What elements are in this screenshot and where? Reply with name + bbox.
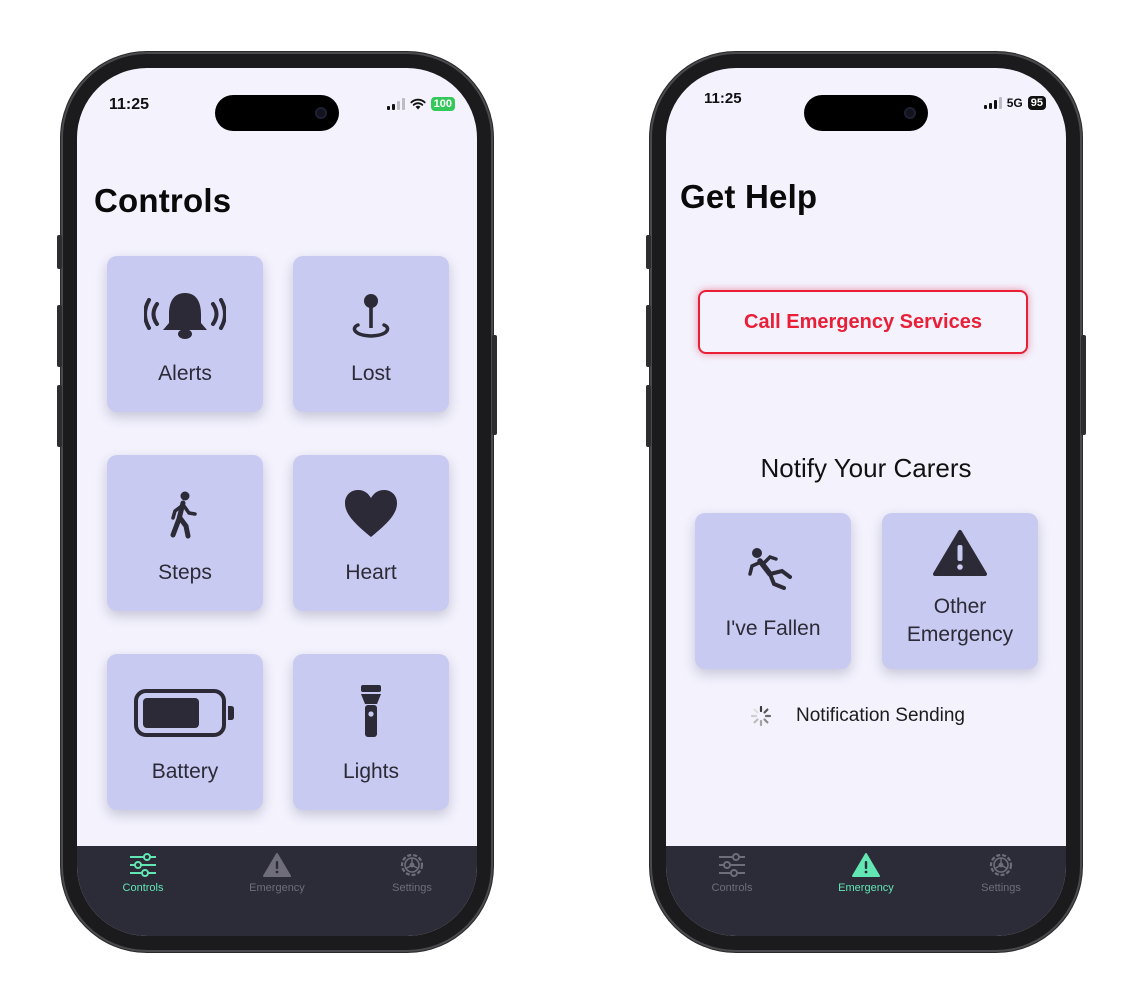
heart-tile[interactable]: Heart	[293, 455, 449, 611]
battery-level: 100	[430, 97, 455, 111]
tab-label: Emergency	[838, 882, 894, 894]
tile-label: Alerts	[158, 361, 212, 385]
battery-tile[interactable]: Battery	[107, 654, 263, 810]
page-title: Controls	[94, 182, 232, 219]
front-camera	[904, 107, 916, 119]
volume-up-button	[646, 305, 651, 367]
warning-triangle-icon	[933, 530, 987, 576]
tab-settings[interactable]: Settings	[362, 852, 462, 902]
battery-icon	[134, 688, 234, 737]
action-button	[57, 235, 62, 269]
gear-icon	[989, 853, 1013, 877]
warning-triangle-icon	[263, 853, 291, 877]
tab-bar: Controls Emergency Settings	[666, 846, 1066, 936]
network-type: 5G	[1006, 96, 1023, 110]
page-title: Get Help	[680, 178, 818, 215]
phone-frame-emergency: 11:25 5G 95 Get Help Call Emergency Serv…	[646, 52, 1086, 952]
notification-sending-text: Notification Sending	[796, 705, 965, 726]
call-emergency-services-button[interactable]: Call Emergency Services	[698, 290, 1028, 354]
power-button	[1081, 335, 1086, 435]
wifi-icon	[410, 98, 426, 110]
tab-emergency[interactable]: Emergency	[227, 852, 327, 902]
tab-settings[interactable]: Settings	[951, 852, 1051, 902]
bell-ringing-icon	[144, 292, 226, 339]
ive-fallen-tile[interactable]: I've Fallen	[695, 513, 851, 669]
tab-label: Settings	[981, 882, 1021, 894]
location-pin-icon	[352, 293, 390, 338]
tab-bar: Controls Emergency Settings	[77, 846, 477, 936]
falling-person-icon	[748, 547, 792, 590]
tile-label: Lights	[342, 759, 400, 783]
tile-label: I've Fallen	[725, 616, 821, 640]
notification-status: Notification Sending	[750, 705, 965, 727]
status-time: 11:25	[704, 90, 742, 107]
tab-label: Emergency	[249, 882, 305, 894]
cellular-signal-icon	[386, 98, 405, 110]
tile-label: Lost	[351, 361, 391, 385]
warning-triangle-icon	[852, 853, 880, 877]
alerts-tile[interactable]: Alerts	[107, 256, 263, 412]
notify-carers-heading: Notify Your Carers	[760, 453, 972, 483]
steps-tile[interactable]: Steps	[107, 455, 263, 611]
tab-emergency[interactable]: Emergency	[816, 852, 916, 902]
controls-screen: 11:25 100 Controls Alerts Lost Steps Hea…	[77, 68, 477, 936]
power-button	[492, 335, 497, 435]
flashlight-icon	[361, 684, 381, 737]
tile-label: Steps	[158, 560, 212, 584]
volume-down-button	[646, 385, 651, 447]
sliders-icon	[719, 853, 745, 877]
dynamic-island	[215, 95, 339, 131]
lost-tile[interactable]: Lost	[293, 256, 449, 412]
walking-person-icon	[170, 491, 197, 539]
lights-tile[interactable]: Lights	[293, 654, 449, 810]
status-indicators: 5G 95	[983, 96, 1046, 110]
status-indicators: 100	[386, 97, 455, 111]
dynamic-island	[804, 95, 928, 131]
tile-label: Heart	[345, 560, 397, 584]
spinner-icon	[750, 705, 772, 727]
tab-controls[interactable]: Controls	[93, 852, 193, 902]
other-emergency-tile[interactable]: Other Emergency	[882, 513, 1038, 669]
sliders-icon	[130, 853, 156, 877]
front-camera	[315, 107, 327, 119]
phone-frame-controls: 11:25 100 Controls Alerts Lost Steps Hea…	[57, 52, 497, 952]
tab-label: Controls	[122, 882, 164, 894]
battery-level: 95	[1027, 96, 1046, 110]
volume-up-button	[57, 305, 62, 367]
tab-controls[interactable]: Controls	[682, 852, 782, 902]
cellular-signal-icon	[983, 97, 1002, 109]
volume-down-button	[57, 385, 62, 447]
status-time: 11:25	[109, 96, 150, 113]
tile-label: Other Emergency	[906, 595, 1014, 647]
emergency-screen: 11:25 5G 95 Get Help Call Emergency Serv…	[666, 68, 1066, 936]
tab-label: Settings	[392, 882, 432, 894]
gear-icon	[400, 853, 424, 877]
tile-label: Battery	[151, 759, 219, 783]
action-button	[646, 235, 651, 269]
tab-label: Controls	[711, 882, 753, 894]
heart-icon	[345, 489, 397, 537]
